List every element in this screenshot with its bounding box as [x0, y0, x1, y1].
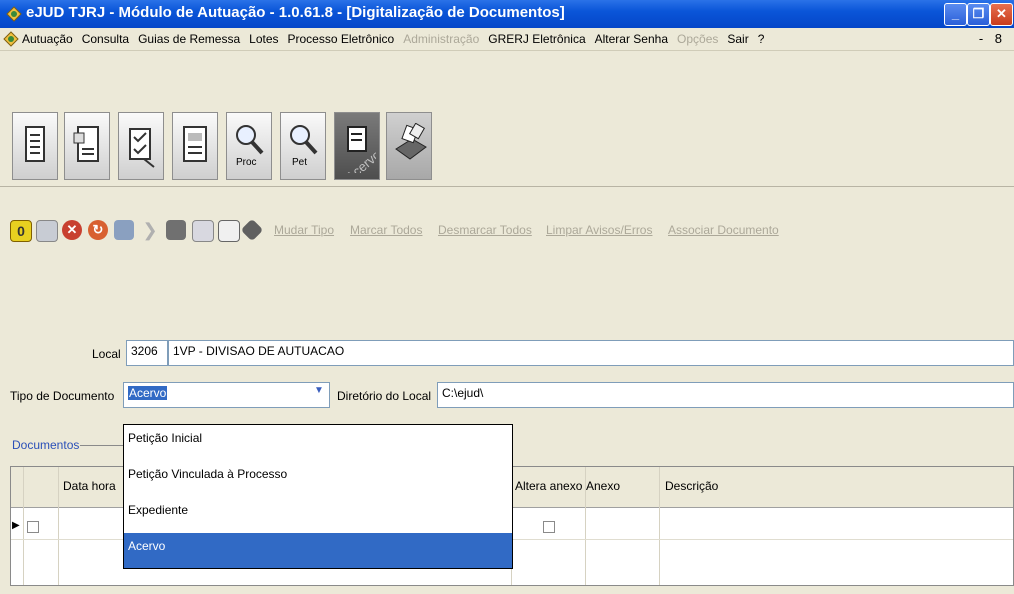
menu-opcoes: Opções [677, 32, 719, 46]
row-pointer-icon: ▶ [12, 520, 20, 531]
menu-autuacao[interactable]: Autuação [22, 32, 73, 46]
search-petition-button[interactable]: Pet [280, 112, 326, 180]
document-icon [25, 126, 45, 162]
report-button[interactable] [172, 112, 218, 180]
marcar-todos-link: Marcar Todos [350, 223, 423, 237]
menu-sair[interactable]: Sair [727, 32, 748, 46]
option-peticao-vinculada[interactable]: Petição Vinculada à Processo [124, 461, 512, 494]
restore-button[interactable]: ❐ [967, 3, 990, 26]
search-icon: Pet [290, 125, 318, 168]
zero-icon[interactable]: 0 [10, 220, 32, 242]
documentos-tab[interactable]: Documentos [12, 438, 79, 452]
menu-items: Autuação Consulta Guias de Remessa Lotes… [22, 32, 764, 46]
menu-grerj[interactable]: GRERJ Eletrônica [488, 32, 585, 46]
diretorio-field[interactable]: C:\ejud\ [437, 382, 1014, 408]
menu-bar: Autuação Consulta Guias de Remessa Lotes… [0, 28, 1014, 51]
document-stamp-icon: Acervo [343, 126, 376, 173]
associar-documento-link: Associar Documento [668, 223, 779, 237]
desmarcar-todos-link: Desmarcar Todos [438, 223, 532, 237]
app-icon [6, 6, 22, 22]
menu-processo-eletronico[interactable]: Processo Eletrônico [288, 32, 395, 46]
window-title: eJUD TJRJ - Módulo de Autuação - 1.0.61.… [26, 4, 565, 21]
menu-consulta[interactable]: Consulta [82, 32, 129, 46]
form-icon[interactable] [218, 220, 240, 242]
scanner-icon [395, 123, 427, 160]
option-acervo[interactable]: Acervo [124, 533, 512, 568]
col-data-hora[interactable]: Data hora [63, 479, 116, 493]
altera-anexo-checkbox[interactable] [543, 521, 555, 533]
option-peticao-inicial[interactable]: Petição Inicial [124, 425, 512, 458]
save-icon[interactable] [36, 220, 58, 242]
cancel-icon[interactable]: ✕ [62, 220, 82, 240]
checklist-icon [129, 128, 155, 168]
document-list-button[interactable] [64, 112, 110, 180]
menu-guias-remessa[interactable]: Guias de Remessa [138, 32, 240, 46]
tipo-documento-value: Acervo [128, 386, 168, 400]
local-name-field: 1VP - DIVISAO DE AUTUACAO [168, 340, 1014, 366]
row-select-checkbox[interactable] [27, 521, 39, 533]
option-expediente[interactable]: Expediente [124, 497, 512, 530]
close-button[interactable]: ✕ [990, 3, 1013, 26]
tipo-documento-select[interactable]: Acervo ▼ [123, 382, 330, 408]
search-icon: Proc [236, 125, 264, 168]
limpar-avisos-link: Limpar Avisos/Erros [546, 223, 653, 237]
document-list-icon [73, 126, 99, 162]
scanner-button[interactable] [386, 112, 432, 180]
menu-administracao: Administração [403, 32, 480, 46]
group-divider [80, 445, 125, 446]
document-button[interactable] [12, 112, 58, 180]
mdi-controls[interactable]: - 8 [979, 31, 1006, 46]
minimize-button[interactable]: _ [944, 3, 967, 26]
proc-label: Proc [236, 157, 257, 168]
diretorio-label: Diretório do Local [337, 389, 432, 403]
menu-lotes[interactable]: Lotes [249, 32, 278, 46]
tipo-documento-label: Tipo de Documento [10, 389, 115, 403]
app-menu-icon[interactable] [3, 31, 19, 47]
cube-icon[interactable] [240, 218, 264, 242]
menu-alterar-senha[interactable]: Alterar Senha [595, 32, 668, 46]
toolbar-separator [0, 186, 1014, 187]
forward-icon[interactable]: ❯ [140, 220, 160, 240]
menu-help[interactable]: ? [758, 32, 765, 46]
edit-icon[interactable] [114, 220, 134, 240]
report-icon [183, 126, 207, 162]
title-bar: eJUD TJRJ - Módulo de Autuação - 1.0.61.… [0, 0, 1014, 28]
pet-label: Pet [292, 157, 307, 168]
attach-icon[interactable] [166, 220, 186, 240]
list-icon[interactable] [192, 220, 214, 242]
local-label: Local [92, 347, 121, 361]
local-code-field[interactable]: 3206 [126, 340, 168, 366]
col-descricao[interactable]: Descrição [665, 479, 718, 493]
acervo-button[interactable]: Acervo [334, 112, 380, 180]
chevron-down-icon[interactable]: ▼ [311, 385, 327, 405]
mudar-tipo-link: Mudar Tipo [274, 223, 335, 237]
refresh-icon[interactable]: ↻ [88, 220, 108, 240]
col-altera-anexo[interactable]: Altera anexo [515, 479, 582, 493]
col-anexo[interactable]: Anexo [586, 479, 620, 493]
checklist-button[interactable] [118, 112, 164, 180]
tipo-documento-dropdown: Petição Inicial Petição Vinculada à Proc… [123, 424, 513, 569]
search-process-button[interactable]: Proc [226, 112, 272, 180]
